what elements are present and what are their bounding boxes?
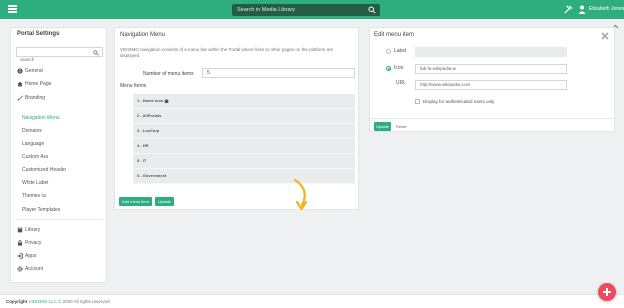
num-menu-items-input[interactable]: 5	[202, 68, 355, 78]
home-icon	[164, 99, 169, 103]
update-button[interactable]: Update	[155, 197, 174, 206]
authenticated-only-checkbox[interactable]	[415, 99, 420, 104]
sidebar-item-home-page[interactable]: Home Page	[11, 78, 106, 90]
footer: Copyright VIDIZMO LLC © 2020 All rights …	[0, 294, 624, 308]
copyright-label: Copyright	[6, 299, 28, 304]
user-icon[interactable]	[578, 5, 586, 14]
sidebar-subitem-player-templates[interactable]: Player Templates	[11, 204, 106, 216]
url-label: URL	[396, 80, 407, 86]
sidebar-item-label: Privacy	[25, 240, 42, 246]
sidebar-subitem-label: Domains	[22, 128, 42, 134]
sign-in-icon	[17, 253, 23, 259]
sidebar-title: Portal Settings	[17, 31, 60, 37]
label-field	[415, 47, 567, 57]
panel-description: VIDIZMO navigation consists of a menu ba…	[120, 47, 334, 58]
reset-button[interactable]: Reset	[396, 122, 406, 131]
icon-radio-label: Icon	[394, 65, 404, 71]
sidebar-subitem-custom-ara[interactable]: Custom Ara	[11, 151, 106, 163]
close-icon[interactable]	[600, 31, 610, 41]
icon-radio[interactable]	[386, 66, 391, 71]
sidebar-subitem-customized-header[interactable]: Customized Header	[11, 164, 106, 176]
panel-title: Edit menu item	[374, 32, 415, 38]
sidebar-subitem-themes[interactable]: Themes ra	[11, 190, 106, 202]
menu-item-label: 6 - Government	[137, 173, 167, 178]
menu-items-label: Menu Items	[120, 83, 147, 89]
num-menu-items-label: Number of menu items	[143, 71, 194, 77]
panel-title: Navigation Menu	[120, 32, 166, 38]
search-icon[interactable]	[93, 49, 99, 56]
label-radio-label: Label	[394, 48, 407, 54]
sidebar-subitem-label: Themes ra	[22, 193, 46, 199]
sidebar-item-general[interactable]: General	[11, 65, 106, 77]
panel-divider	[370, 118, 614, 119]
add-menu-item-button[interactable]: Add menu item	[119, 197, 152, 206]
update-button[interactable]: Update	[374, 122, 391, 131]
gear-icon	[17, 266, 23, 272]
sidebar-subitem-domains[interactable]: Domains	[11, 125, 106, 137]
sidebar-subitem-navigation-menu[interactable]: Navigation Menu	[11, 112, 106, 124]
drag-arrow-icon	[293, 178, 308, 211]
sidebar-subitem-label: Customized Header	[22, 167, 67, 173]
menu-item-row[interactable]: 3 - LusCorp	[133, 124, 355, 139]
sidebar-item-label: General	[25, 68, 43, 74]
sidebar-subitem-label: Navigation Menu	[22, 115, 60, 121]
sidebar-item-privacy[interactable]: Privacy	[11, 237, 106, 249]
plus-icon	[603, 288, 611, 296]
menu-item-label: 2 - AllPortals	[137, 113, 162, 118]
sidebar-subitem-label: Language	[22, 141, 45, 147]
menu-item-row[interactable]: 6 - Government	[133, 169, 355, 184]
navigation-menu-panel: Navigation Menu VIDIZMO navigation consi…	[114, 27, 359, 211]
sidebar-subitem-language[interactable]: Language	[11, 138, 106, 150]
sidebar-search-input[interactable]	[17, 55, 87, 64]
brand-link[interactable]: VIDIZMO LLC	[29, 299, 57, 304]
sidebar-item-account[interactable]: Account	[11, 263, 106, 275]
edit-menu-item-panel: Edit menu item Label Icon fab fa-wikiped…	[369, 27, 615, 132]
add-fab-button[interactable]	[598, 283, 616, 301]
portal-settings-sidebar: Portal Settings General Home Page Brandi…	[10, 27, 107, 283]
sidebar-item-label: Library	[25, 227, 41, 233]
user-name[interactable]: Elizabeth Jones	[589, 5, 624, 14]
copyright-text: Copyright VIDIZMO LLC © 2020 All rights …	[6, 298, 110, 305]
search-icon[interactable]	[368, 6, 376, 14]
menu-item-label: 4 - HR	[137, 143, 149, 148]
url-field[interactable]: http://www.wikipedia.com	[415, 80, 567, 90]
sidebar-item-library[interactable]: Library	[11, 224, 106, 236]
lock-icon	[17, 240, 23, 246]
menu-items-list: 1 - Home Icon 2 - AllPortals 3 - LusCorp…	[133, 94, 355, 184]
authenticated-only-label: Display for authenticated users only	[423, 99, 495, 104]
brush-icon	[17, 95, 23, 101]
media-library-search-placeholder: Search in Media Library	[237, 7, 296, 13]
label-radio[interactable]	[386, 49, 391, 54]
sidebar-subitem-white-label[interactable]: White Label	[11, 177, 106, 189]
sidebar-subitem-label: White Label	[22, 180, 49, 186]
menu-item-row[interactable]: 2 - AllPortals	[133, 109, 355, 124]
menu-item-label: 5 - IT	[137, 158, 147, 163]
sidebar-subitem-label: Player Templates	[22, 207, 61, 213]
sidebar-search[interactable]	[16, 47, 103, 64]
book-icon	[17, 227, 23, 233]
menu-item-row[interactable]: 1 - Home Icon	[133, 94, 355, 109]
menu-item-label: 3 - LusCorp	[137, 128, 160, 133]
tools-icon[interactable]	[564, 5, 573, 14]
info-circle-icon	[17, 68, 23, 74]
copyright-rest: © 2020 All rights reserved	[58, 299, 110, 304]
sidebar-item-label: Branding	[25, 95, 46, 101]
media-library-search[interactable]: Search in Media Library	[232, 4, 380, 16]
sidebar-item-label: Home Page	[25, 81, 52, 87]
sidebar-item-apps[interactable]: Apps	[11, 250, 106, 262]
home-icon	[17, 81, 23, 87]
icon-field[interactable]: fab fa-wikipedia-w	[415, 64, 567, 74]
menu-item-row[interactable]: 4 - HR	[133, 139, 355, 154]
sidebar-divider	[16, 219, 103, 220]
sidebar-item-label: Apps	[25, 253, 37, 259]
top-bar: Search in Media Library Elizabeth Jones	[0, 0, 624, 19]
menu-item-row[interactable]: 5 - IT	[133, 154, 355, 169]
sidebar-item-branding[interactable]: Branding	[11, 92, 106, 104]
sidebar-subitem-label: Custom Ara	[22, 154, 49, 160]
sidebar-item-label: Account	[25, 266, 44, 272]
menu-item-label: 1 - Home Icon	[137, 98, 164, 103]
hamburger-menu-icon[interactable]	[8, 5, 17, 13]
